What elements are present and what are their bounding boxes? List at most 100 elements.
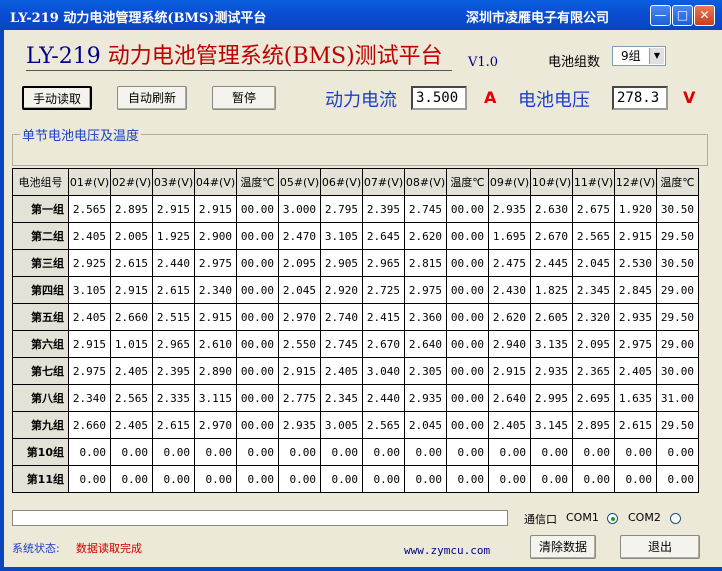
table-cell[interactable]: 0.00 (488, 438, 531, 466)
table-cell[interactable]: 2.445 (530, 249, 573, 277)
row-header[interactable]: 第11组 (12, 465, 69, 493)
table-cell[interactable]: 1.920 (614, 195, 657, 223)
exit-button[interactable]: 退出 (620, 535, 700, 559)
table-cell[interactable]: 00.00 (236, 330, 279, 358)
table-cell[interactable]: 2.745 (404, 195, 447, 223)
table-cell[interactable]: 2.905 (320, 249, 363, 277)
table-cell[interactable]: 2.610 (194, 330, 237, 358)
table-cell[interactable]: 2.440 (152, 249, 195, 277)
maximize-icon[interactable]: □ (672, 5, 693, 26)
table-cell[interactable]: 3.000 (278, 195, 321, 223)
table-cell[interactable]: 0.00 (614, 465, 657, 493)
table-cell[interactable]: 2.975 (68, 357, 111, 385)
table-cell[interactable]: 2.045 (572, 249, 615, 277)
row-header[interactable]: 第二组 (12, 222, 69, 250)
table-cell[interactable]: 00.00 (446, 195, 489, 223)
table-cell[interactable]: 2.515 (152, 303, 195, 331)
group-count-select[interactable]: 9组 ▼ (612, 46, 666, 66)
table-cell[interactable]: 00.00 (236, 276, 279, 304)
table-cell[interactable]: 2.660 (68, 411, 111, 439)
table-cell[interactable]: 2.640 (404, 330, 447, 358)
table-cell[interactable]: 2.430 (488, 276, 531, 304)
table-cell[interactable]: 2.565 (68, 195, 111, 223)
table-cell[interactable]: 2.345 (320, 384, 363, 412)
table-cell[interactable]: 1.635 (614, 384, 657, 412)
table-cell[interactable]: 2.405 (110, 357, 153, 385)
table-cell[interactable]: 0.00 (194, 438, 237, 466)
com2-radio[interactable] (670, 513, 681, 524)
table-cell[interactable]: 2.935 (530, 357, 573, 385)
table-cell[interactable]: 2.895 (110, 195, 153, 223)
table-cell[interactable]: 2.475 (488, 249, 531, 277)
table-cell[interactable]: 00.00 (236, 357, 279, 385)
table-cell[interactable]: 2.615 (152, 276, 195, 304)
table-cell[interactable]: 0.00 (614, 438, 657, 466)
table-cell[interactable]: 0.00 (362, 438, 405, 466)
table-cell[interactable]: 2.620 (404, 222, 447, 250)
table-cell[interactable]: 2.915 (278, 357, 321, 385)
table-cell[interactable]: 2.565 (362, 411, 405, 439)
table-cell[interactable]: 3.135 (530, 330, 573, 358)
table-cell[interactable]: 0.00 (404, 438, 447, 466)
table-cell[interactable]: 29.50 (656, 222, 699, 250)
row-header[interactable]: 第九组 (12, 411, 69, 439)
table-cell[interactable]: 0.00 (446, 438, 489, 466)
table-cell[interactable]: 30.50 (656, 195, 699, 223)
table-cell[interactable]: 2.935 (404, 384, 447, 412)
table-cell[interactable]: 2.405 (68, 222, 111, 250)
table-cell[interactable]: 2.615 (110, 249, 153, 277)
row-header[interactable]: 第六组 (12, 330, 69, 358)
pause-button[interactable]: 暂停 (212, 86, 276, 110)
table-cell[interactable]: 2.900 (194, 222, 237, 250)
table-cell[interactable]: 3.105 (68, 276, 111, 304)
table-cell[interactable]: 2.095 (572, 330, 615, 358)
table-cell[interactable]: 2.725 (362, 276, 405, 304)
row-header[interactable]: 第四组 (12, 276, 69, 304)
table-cell[interactable]: 2.915 (68, 330, 111, 358)
table-cell[interactable]: 30.00 (656, 357, 699, 385)
table-cell[interactable]: 2.975 (614, 330, 657, 358)
table-cell[interactable]: 3.105 (320, 222, 363, 250)
table-cell[interactable]: 2.415 (362, 303, 405, 331)
row-header[interactable]: 第10组 (12, 438, 69, 466)
table-cell[interactable]: 2.405 (110, 411, 153, 439)
table-cell[interactable]: 2.965 (152, 330, 195, 358)
table-cell[interactable]: 2.915 (194, 303, 237, 331)
table-cell[interactable]: 2.340 (194, 276, 237, 304)
table-cell[interactable]: 2.745 (320, 330, 363, 358)
table-cell[interactable]: 2.815 (404, 249, 447, 277)
table-cell[interactable]: 2.995 (530, 384, 573, 412)
close-icon[interactable]: ✕ (694, 5, 715, 26)
table-cell[interactable]: 0.00 (572, 465, 615, 493)
table-cell[interactable]: 2.395 (362, 195, 405, 223)
table-cell[interactable]: 2.340 (68, 384, 111, 412)
table-cell[interactable]: 2.565 (572, 222, 615, 250)
table-cell[interactable]: 29.50 (656, 303, 699, 331)
table-cell[interactable]: 2.895 (572, 411, 615, 439)
table-cell[interactable]: 0.00 (572, 438, 615, 466)
table-cell[interactable]: 00.00 (446, 303, 489, 331)
table-cell[interactable]: 00.00 (236, 222, 279, 250)
table-cell[interactable]: 30.50 (656, 249, 699, 277)
table-cell[interactable]: 3.005 (320, 411, 363, 439)
table-cell[interactable]: 2.395 (152, 357, 195, 385)
table-cell[interactable]: 00.00 (236, 384, 279, 412)
table-cell[interactable]: 00.00 (446, 222, 489, 250)
table-cell[interactable]: 29.00 (656, 330, 699, 358)
table-cell[interactable]: 31.00 (656, 384, 699, 412)
table-cell[interactable]: 2.440 (362, 384, 405, 412)
row-header[interactable]: 第七组 (12, 357, 69, 385)
table-cell[interactable]: 2.670 (362, 330, 405, 358)
table-cell[interactable]: 1.695 (488, 222, 531, 250)
table-cell[interactable]: 2.935 (278, 411, 321, 439)
table-cell[interactable]: 2.915 (110, 276, 153, 304)
table-cell[interactable]: 0.00 (320, 438, 363, 466)
table-cell[interactable]: 2.615 (614, 411, 657, 439)
table-cell[interactable]: 29.00 (656, 276, 699, 304)
table-cell[interactable]: 0.00 (194, 465, 237, 493)
table-cell[interactable]: 2.045 (404, 411, 447, 439)
com1-radio[interactable] (607, 513, 618, 524)
table-cell[interactable]: 2.405 (320, 357, 363, 385)
table-cell[interactable]: 2.740 (320, 303, 363, 331)
table-cell[interactable]: 2.935 (488, 195, 531, 223)
